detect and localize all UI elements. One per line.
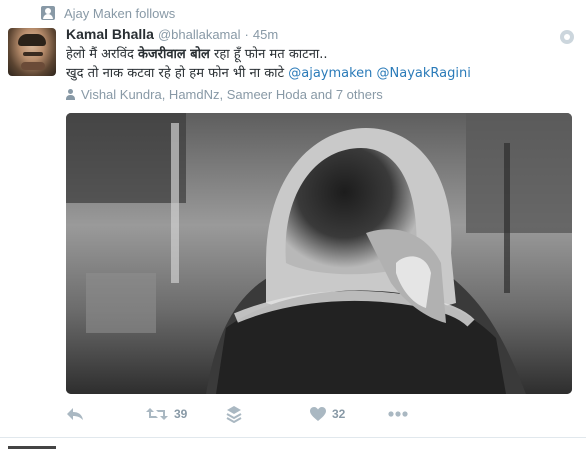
- tweet-text-segment: खुद तो नाक कटवा रहे हो हम फोन भी ना काटे: [66, 66, 289, 81]
- tweet-text-segment: रहा हूँ फोन मत काटना..: [209, 47, 328, 62]
- tweet-text: हेलो मैं अरविंद केजरीवाल बोल रहा हूँ फोन…: [66, 45, 566, 83]
- social-context[interactable]: Vishal Kundra, HamdNz, Sameer Hoda and 7…: [66, 86, 383, 102]
- tweet-text-line-2: खुद तो नाक कटवा रहे हो हम फोन भी ना काटे…: [66, 64, 566, 83]
- author-handle[interactable]: @bhallakamal: [158, 27, 241, 42]
- follow-user-icon: [41, 6, 55, 20]
- reply-button[interactable]: [66, 402, 84, 426]
- retweet-button[interactable]: 39: [146, 402, 187, 426]
- social-context-text: Vishal Kundra, HamdNz, Sameer Hoda and 7…: [81, 86, 383, 102]
- header-separator: ·: [244, 27, 249, 42]
- mention-link[interactable]: @NayakRagini: [377, 66, 471, 81]
- mention-link[interactable]: @ajaymaken: [288, 66, 372, 81]
- tweet-timestamp[interactable]: 45m: [253, 27, 278, 42]
- tweet-text-segment: हेलो मैं अरविंद: [66, 47, 139, 62]
- like-button[interactable]: 32: [310, 402, 345, 426]
- more-dots-icon: [388, 411, 408, 417]
- tweet-media-photo[interactable]: [66, 113, 572, 394]
- follow-context-text[interactable]: Ajay Maken follows: [64, 6, 175, 21]
- retweet-icon: [146, 408, 168, 420]
- avatar[interactable]: [8, 28, 56, 76]
- author-name[interactable]: Kamal Bhalla: [66, 26, 154, 42]
- user-icon: [66, 88, 75, 100]
- tweet-actions: 39 32: [66, 402, 566, 426]
- tweet-divider: [0, 437, 586, 438]
- layers-icon: [226, 406, 242, 423]
- tweet-header: Kamal Bhalla @bhallakamal · 45m: [66, 26, 278, 44]
- heart-icon: [310, 406, 326, 421]
- add-to-moment-button[interactable]: [226, 402, 242, 426]
- dropdown-caret-icon[interactable]: [560, 30, 574, 44]
- tweet-text-line-1: हेलो मैं अरविंद केजरीवाल बोल रहा हूँ फोन…: [66, 45, 566, 64]
- retweet-count: 39: [174, 407, 188, 421]
- like-count: 32: [332, 407, 346, 421]
- more-button[interactable]: [388, 402, 408, 426]
- follow-context: Ajay Maken follows: [41, 4, 175, 22]
- reply-icon: [67, 408, 83, 420]
- photo-illustration: [66, 113, 572, 394]
- tweet-text-bold: केजरीवाल बोल: [138, 47, 210, 62]
